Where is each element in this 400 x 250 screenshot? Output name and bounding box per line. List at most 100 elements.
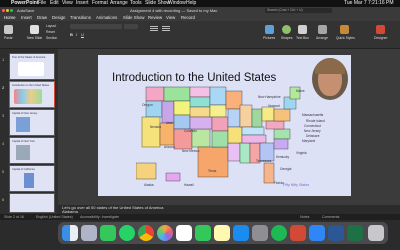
appstore-icon[interactable] (233, 225, 249, 241)
paste-icon[interactable] (4, 25, 13, 34)
thumbnail-title: Introduction to the United States (12, 84, 50, 87)
thumbnail-title: Tour of the States of America (12, 56, 46, 59)
slide-credit: Fifty Nifty States (283, 183, 310, 187)
paragraph-group (150, 25, 190, 33)
tab-design[interactable]: Design (52, 14, 65, 21)
language-status[interactable]: English (United States) (36, 214, 73, 220)
slide-thumbnail-3[interactable]: Capital of New Jersey (9, 109, 55, 136)
spotify-icon[interactable] (271, 225, 287, 241)
comments-button[interactable]: Comments (322, 214, 339, 220)
launchpad-icon[interactable] (81, 225, 97, 241)
text-box-icon[interactable] (298, 25, 307, 34)
tab-transitions[interactable]: Transitions (70, 14, 91, 21)
whatsapp-icon[interactable] (119, 225, 135, 241)
search-input[interactable]: Search (Cmd + Ctrl + U) (265, 8, 332, 13)
menu-help[interactable]: Help (186, 0, 196, 7)
messages-icon[interactable] (100, 225, 116, 241)
menu-insert[interactable]: Insert (76, 0, 89, 7)
section-button[interactable]: Section (46, 36, 57, 40)
underline-icon[interactable]: U (81, 32, 84, 37)
slide-title[interactable]: Introduction to the United States (112, 72, 276, 84)
word-icon[interactable] (328, 225, 344, 241)
trash-icon[interactable] (368, 225, 384, 241)
thumb-number: 3 (2, 113, 5, 118)
tab-draw[interactable]: Draw (37, 14, 47, 21)
close-window-icon[interactable] (2, 9, 5, 12)
pictures-icon[interactable] (265, 25, 274, 34)
quick-styles-label: Quick Styles (336, 36, 355, 40)
quick-styles-icon[interactable] (340, 25, 349, 34)
font-family-select[interactable] (70, 24, 122, 29)
designer-icon[interactable] (376, 25, 385, 34)
menu-window[interactable]: Window (168, 0, 186, 7)
new-slide-icon[interactable] (30, 25, 39, 34)
state-label: Tennessee (256, 159, 272, 163)
window-title-bar: AutoSave Assignment 4 with recording — S… (0, 7, 400, 14)
state-label: Colorado (184, 129, 197, 133)
photos-icon[interactable] (157, 225, 173, 241)
settings-icon[interactable] (252, 225, 268, 241)
keynote-icon[interactable] (309, 225, 325, 241)
notes-button[interactable]: Notes (300, 214, 309, 220)
slide-thumbnail-4[interactable]: Capital of New York (9, 137, 55, 164)
state-label: Arizona (164, 145, 175, 149)
menu-slideshow[interactable]: Slide Show (145, 0, 170, 7)
thumb-number: 6 (2, 197, 5, 202)
arrange-icon[interactable] (318, 25, 327, 34)
chrome-icon[interactable] (138, 225, 154, 241)
state-label: Nevada (150, 125, 161, 129)
accessibility-status[interactable]: Accessibility: Investigate (80, 214, 119, 220)
menu-format[interactable]: Format (92, 0, 108, 7)
italic-icon[interactable]: I (76, 32, 77, 37)
ribbon-tabs: Home Insert Draw Design Transitions Anim… (0, 14, 400, 22)
minimize-window-icon[interactable] (6, 9, 9, 12)
slide-thumbnail-5[interactable]: Capital of California (9, 165, 55, 192)
thumbnail-graphic (16, 117, 30, 132)
reset-button[interactable]: Reset (46, 30, 55, 34)
numbering-icon[interactable] (162, 26, 170, 27)
calendar-icon[interactable] (176, 225, 192, 241)
state-label: Hawaii (184, 183, 194, 187)
bullets-icon[interactable] (150, 26, 158, 27)
thumbnail-graphic (24, 173, 34, 188)
tab-record[interactable]: Record (181, 14, 195, 21)
tab-insert[interactable]: Insert (21, 14, 32, 21)
font-size-select[interactable] (124, 24, 138, 29)
pictures-label: Pictures (263, 36, 276, 40)
thumb-number: 5 (2, 169, 5, 174)
tab-view[interactable]: View (166, 14, 175, 21)
powerpoint-icon[interactable] (290, 225, 306, 241)
menu-edit[interactable]: Edit (50, 0, 59, 7)
thumbnail-title: Capital of New York (12, 140, 35, 143)
menu-view[interactable]: View (62, 0, 73, 7)
finder-icon[interactable] (62, 225, 78, 241)
menu-app-name[interactable]: PowerPoint (11, 0, 39, 7)
state-label: Georgia (280, 167, 292, 171)
excel-icon[interactable] (347, 225, 363, 241)
camera-recording-overlay[interactable] (312, 58, 348, 100)
ribbon-toolbar: Paste New Slide Layout Reset Section B I… (0, 21, 400, 49)
shapes-icon[interactable] (282, 25, 291, 34)
notes-icon[interactable] (214, 225, 230, 241)
state-label: Rhode Island (306, 119, 325, 123)
zoom-window-icon[interactable] (10, 9, 13, 12)
tab-slideshow[interactable]: Slide Show (123, 14, 145, 21)
menu-tools[interactable]: Tools (130, 0, 142, 7)
thumb-number: 4 (2, 141, 5, 146)
slide-thumbnail-6[interactable] (9, 193, 55, 213)
slide-thumbnail-1[interactable]: Tour of the States of America (9, 53, 55, 80)
facetime-icon[interactable] (195, 225, 211, 241)
tab-review[interactable]: Review (148, 14, 162, 21)
menu-arrange[interactable]: Arrange (110, 0, 128, 7)
tab-animations[interactable]: Animations (96, 14, 117, 21)
status-bar: Slide 2 of 16 English (United States) Ac… (0, 214, 400, 220)
menu-file[interactable]: File (38, 0, 46, 7)
state-label: Kentucky (276, 155, 290, 159)
bold-icon[interactable]: B (70, 32, 73, 37)
autosave-toggle[interactable]: AutoSave (17, 7, 34, 14)
state-label: Delaware (306, 134, 320, 138)
speaker-notes-pane[interactable]: Let's go over all 50 states of the Unite… (58, 205, 400, 214)
thumbnail-map (14, 89, 42, 104)
slide-thumbnail-2[interactable]: Introduction to the United States (9, 81, 55, 108)
layout-button[interactable]: Layout (46, 24, 56, 28)
